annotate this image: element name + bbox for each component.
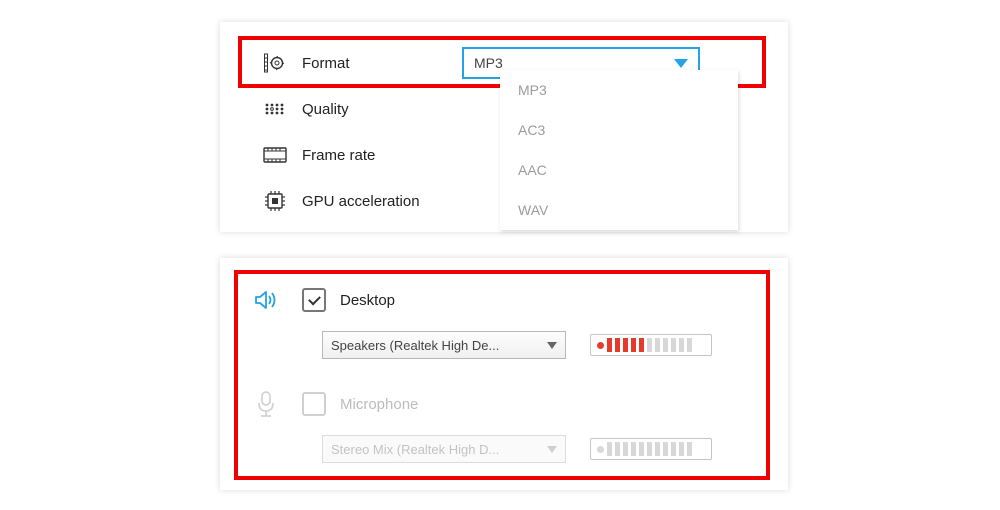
format-option-wav[interactable]: WAV [500,190,738,230]
format-icon [258,52,292,74]
format-option-ac3[interactable]: AC3 [500,110,738,150]
audio-panel: Desktop Speakers (Realtek High De... Mic… [220,258,788,490]
gpu-icon [258,190,292,212]
frame-rate-label: Frame rate [302,147,462,164]
option-label: AC3 [518,122,545,138]
microphone-label: Microphone [340,396,418,413]
frame-rate-icon [258,147,292,163]
desktop-label: Desktop [340,292,395,309]
format-option-mp3[interactable]: MP3 [500,70,738,110]
microphone-icon [250,390,282,418]
format-select-value: MP3 [474,55,674,71]
chevron-down-icon [547,342,557,349]
speaker-icon [250,287,282,313]
microphone-device-value: Stereo Mix (Realtek High D... [331,442,541,457]
chevron-down-icon [547,446,557,453]
desktop-device-row: Speakers (Realtek High De... [322,328,758,362]
desktop-checkbox[interactable] [302,288,326,312]
option-label: WAV [518,202,548,218]
microphone-audio-row: Microphone [250,384,758,424]
microphone-level-meter [590,438,712,460]
microphone-device-row: Stereo Mix (Realtek High D... [322,432,758,466]
format-dropdown: MP3 AC3 AAC WAV [500,70,738,230]
format-option-aac[interactable]: AAC [500,150,738,190]
settings-panel: Format MP3 Quality [220,22,788,232]
microphone-device-select[interactable]: Stereo Mix (Realtek High D... [322,435,566,463]
gpu-label: GPU acceleration [302,193,462,210]
quality-label: Quality [302,101,462,118]
microphone-checkbox[interactable] [302,392,326,416]
option-label: MP3 [518,82,547,98]
chevron-down-icon [674,59,688,68]
desktop-audio-row: Desktop [250,280,758,320]
option-label: AAC [518,162,547,178]
quality-icon [258,102,292,116]
desktop-device-select[interactable]: Speakers (Realtek High De... [322,331,566,359]
format-label: Format [302,55,462,72]
desktop-level-meter [590,334,712,356]
desktop-device-value: Speakers (Realtek High De... [331,338,541,353]
